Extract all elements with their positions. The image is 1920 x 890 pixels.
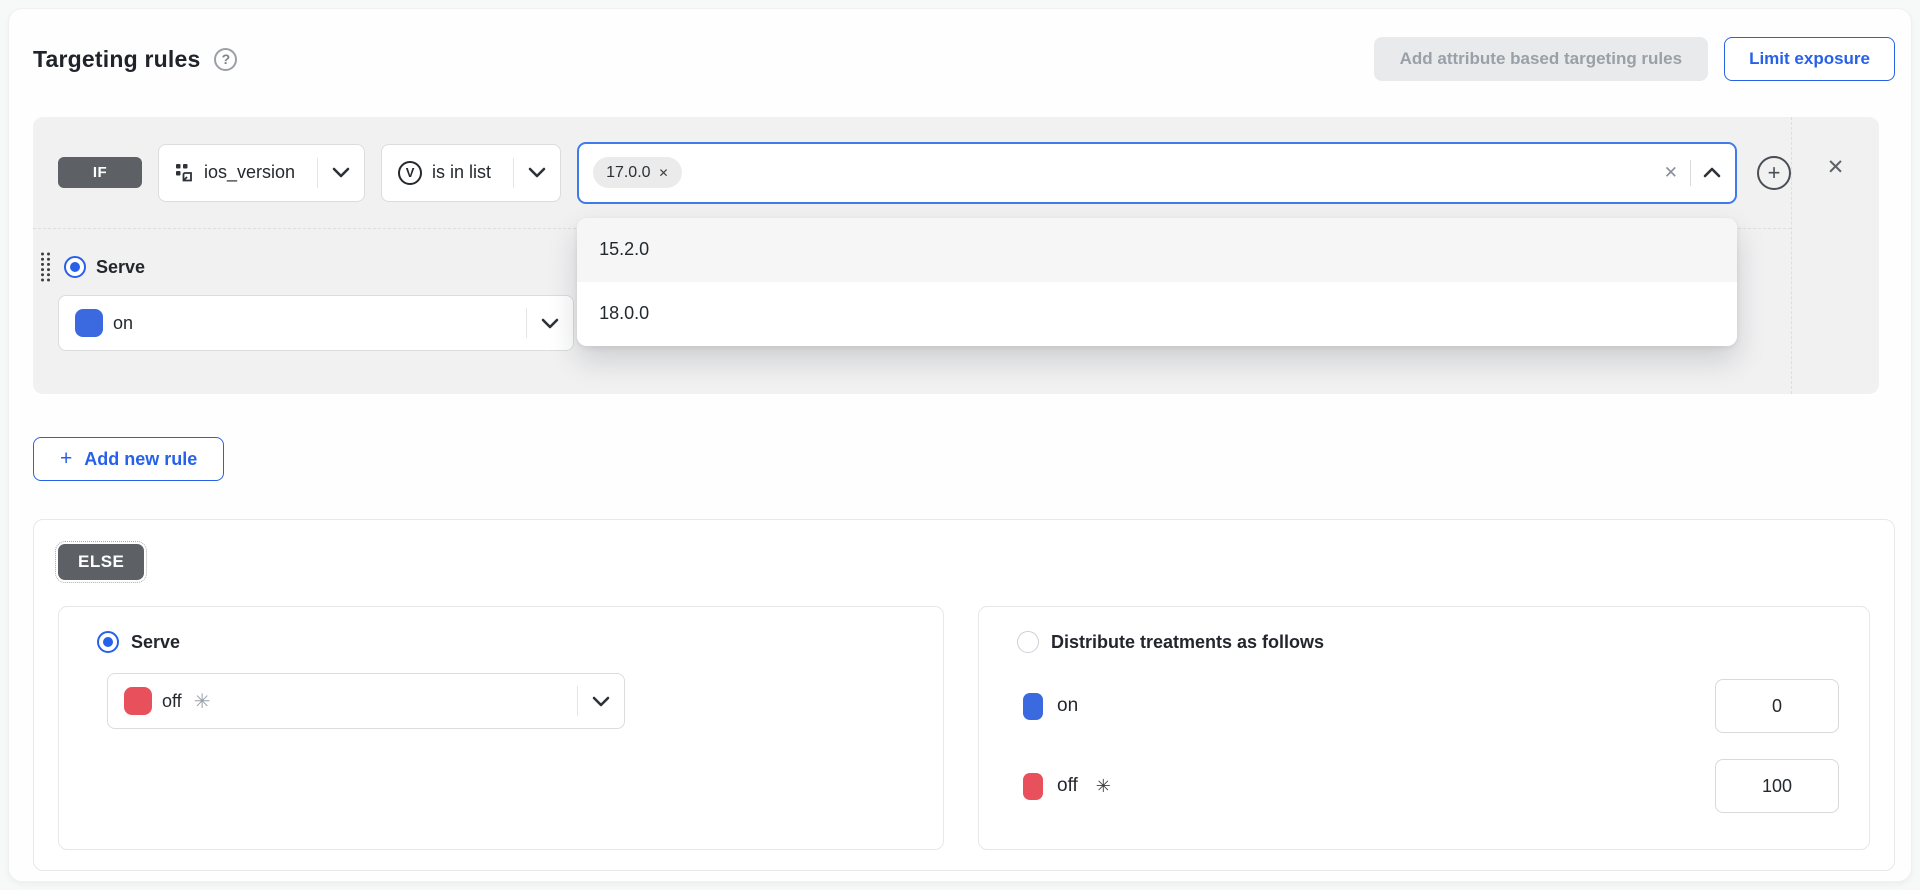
matcher-select[interactable]: V is in list — [381, 144, 561, 202]
value-chip-label: 17.0.0 — [606, 164, 650, 182]
add-condition-icon[interactable]: + — [1757, 156, 1791, 190]
else-section: ELSE Serve off ✳ — [33, 519, 1895, 871]
chevron-up-icon[interactable] — [1703, 167, 1721, 178]
add-attribute-rules-button[interactable]: Add attribute based targeting rules — [1374, 37, 1708, 81]
dropdown-option[interactable]: 15.2.0 — [577, 218, 1737, 282]
attribute-select[interactable]: ios_version — [158, 144, 365, 202]
chevron-down-icon[interactable] — [332, 167, 350, 178]
else-serve-radio[interactable] — [97, 631, 119, 653]
clear-values-icon[interactable]: ✕ — [1664, 163, 1678, 183]
divider — [577, 686, 578, 716]
targeting-rules-card: Targeting rules ? Add attribute based ta… — [8, 8, 1912, 882]
serve-radio[interactable] — [64, 256, 86, 278]
chevron-down-icon[interactable] — [528, 167, 546, 178]
percentage-input[interactable] — [1715, 759, 1839, 813]
attribute-icon — [175, 163, 194, 182]
treatment-name: on — [113, 313, 133, 334]
default-treatment-icon: ✳ — [1096, 776, 1111, 797]
rule-treatment-select[interactable]: on — [58, 295, 574, 351]
value-chip: 17.0.0 ✕ — [593, 157, 682, 188]
treatment-swatch — [124, 687, 152, 715]
rule-close-rail: ✕ — [1791, 117, 1879, 394]
version-matcher-icon: V — [398, 161, 422, 185]
delete-rule-icon[interactable]: ✕ — [1827, 155, 1845, 180]
treatment-name: off — [162, 691, 182, 712]
default-serve-panel: Serve off ✳ — [58, 606, 944, 850]
input-controls: ✕ — [1664, 144, 1721, 202]
treatment-swatch — [1023, 693, 1043, 720]
chevron-down-icon[interactable] — [592, 696, 610, 707]
remove-value-icon[interactable]: ✕ — [659, 166, 669, 180]
values-multiselect-input[interactable]: 17.0.0 ✕ ✕ 15.2.0 18.0.0 — [577, 142, 1737, 204]
divider — [513, 158, 514, 188]
plus-icon: + — [60, 447, 72, 471]
distribute-row-on: on — [1023, 679, 1839, 733]
distribute-panel: Distribute treatments as follows on off … — [978, 606, 1870, 850]
drag-handle-icon[interactable] — [39, 251, 52, 283]
divider — [317, 158, 318, 188]
distribute-radio[interactable] — [1017, 631, 1039, 653]
treatment-name: off — [1057, 775, 1078, 797]
if-badge: IF — [58, 157, 142, 188]
default-treatment-icon: ✳ — [194, 689, 211, 714]
limit-exposure-button[interactable]: Limit exposure — [1724, 37, 1895, 81]
else-treatment-select[interactable]: off ✳ — [107, 673, 625, 729]
else-serve-label: Serve — [131, 632, 180, 653]
divider — [1690, 160, 1691, 186]
dropdown-option[interactable]: 18.0.0 — [577, 282, 1737, 346]
add-new-rule-label: Add new rule — [84, 449, 197, 470]
card-header: Targeting rules ? Add attribute based ta… — [33, 37, 1895, 81]
percentage-input[interactable] — [1715, 679, 1839, 733]
else-badge: ELSE — [58, 544, 144, 580]
add-new-rule-button[interactable]: + Add new rule — [33, 437, 224, 481]
divider — [526, 308, 527, 338]
serve-label: Serve — [96, 257, 145, 278]
page-title: Targeting rules — [33, 46, 200, 73]
attribute-name: ios_version — [204, 162, 295, 183]
treatment-swatch — [75, 309, 103, 337]
help-icon[interactable]: ? — [214, 48, 237, 71]
condition-row: IF ios_version — [33, 117, 1791, 229]
matcher-name: is in list — [432, 162, 491, 183]
values-dropdown-menu: 15.2.0 18.0.0 — [577, 218, 1737, 346]
distribute-label: Distribute treatments as follows — [1051, 632, 1324, 653]
distribute-row-off: off ✳ — [1023, 759, 1839, 813]
rule-card: ✕ IF ios_version — [33, 117, 1879, 394]
treatment-name: on — [1057, 695, 1078, 717]
chevron-down-icon[interactable] — [541, 318, 559, 329]
treatment-swatch — [1023, 773, 1043, 800]
